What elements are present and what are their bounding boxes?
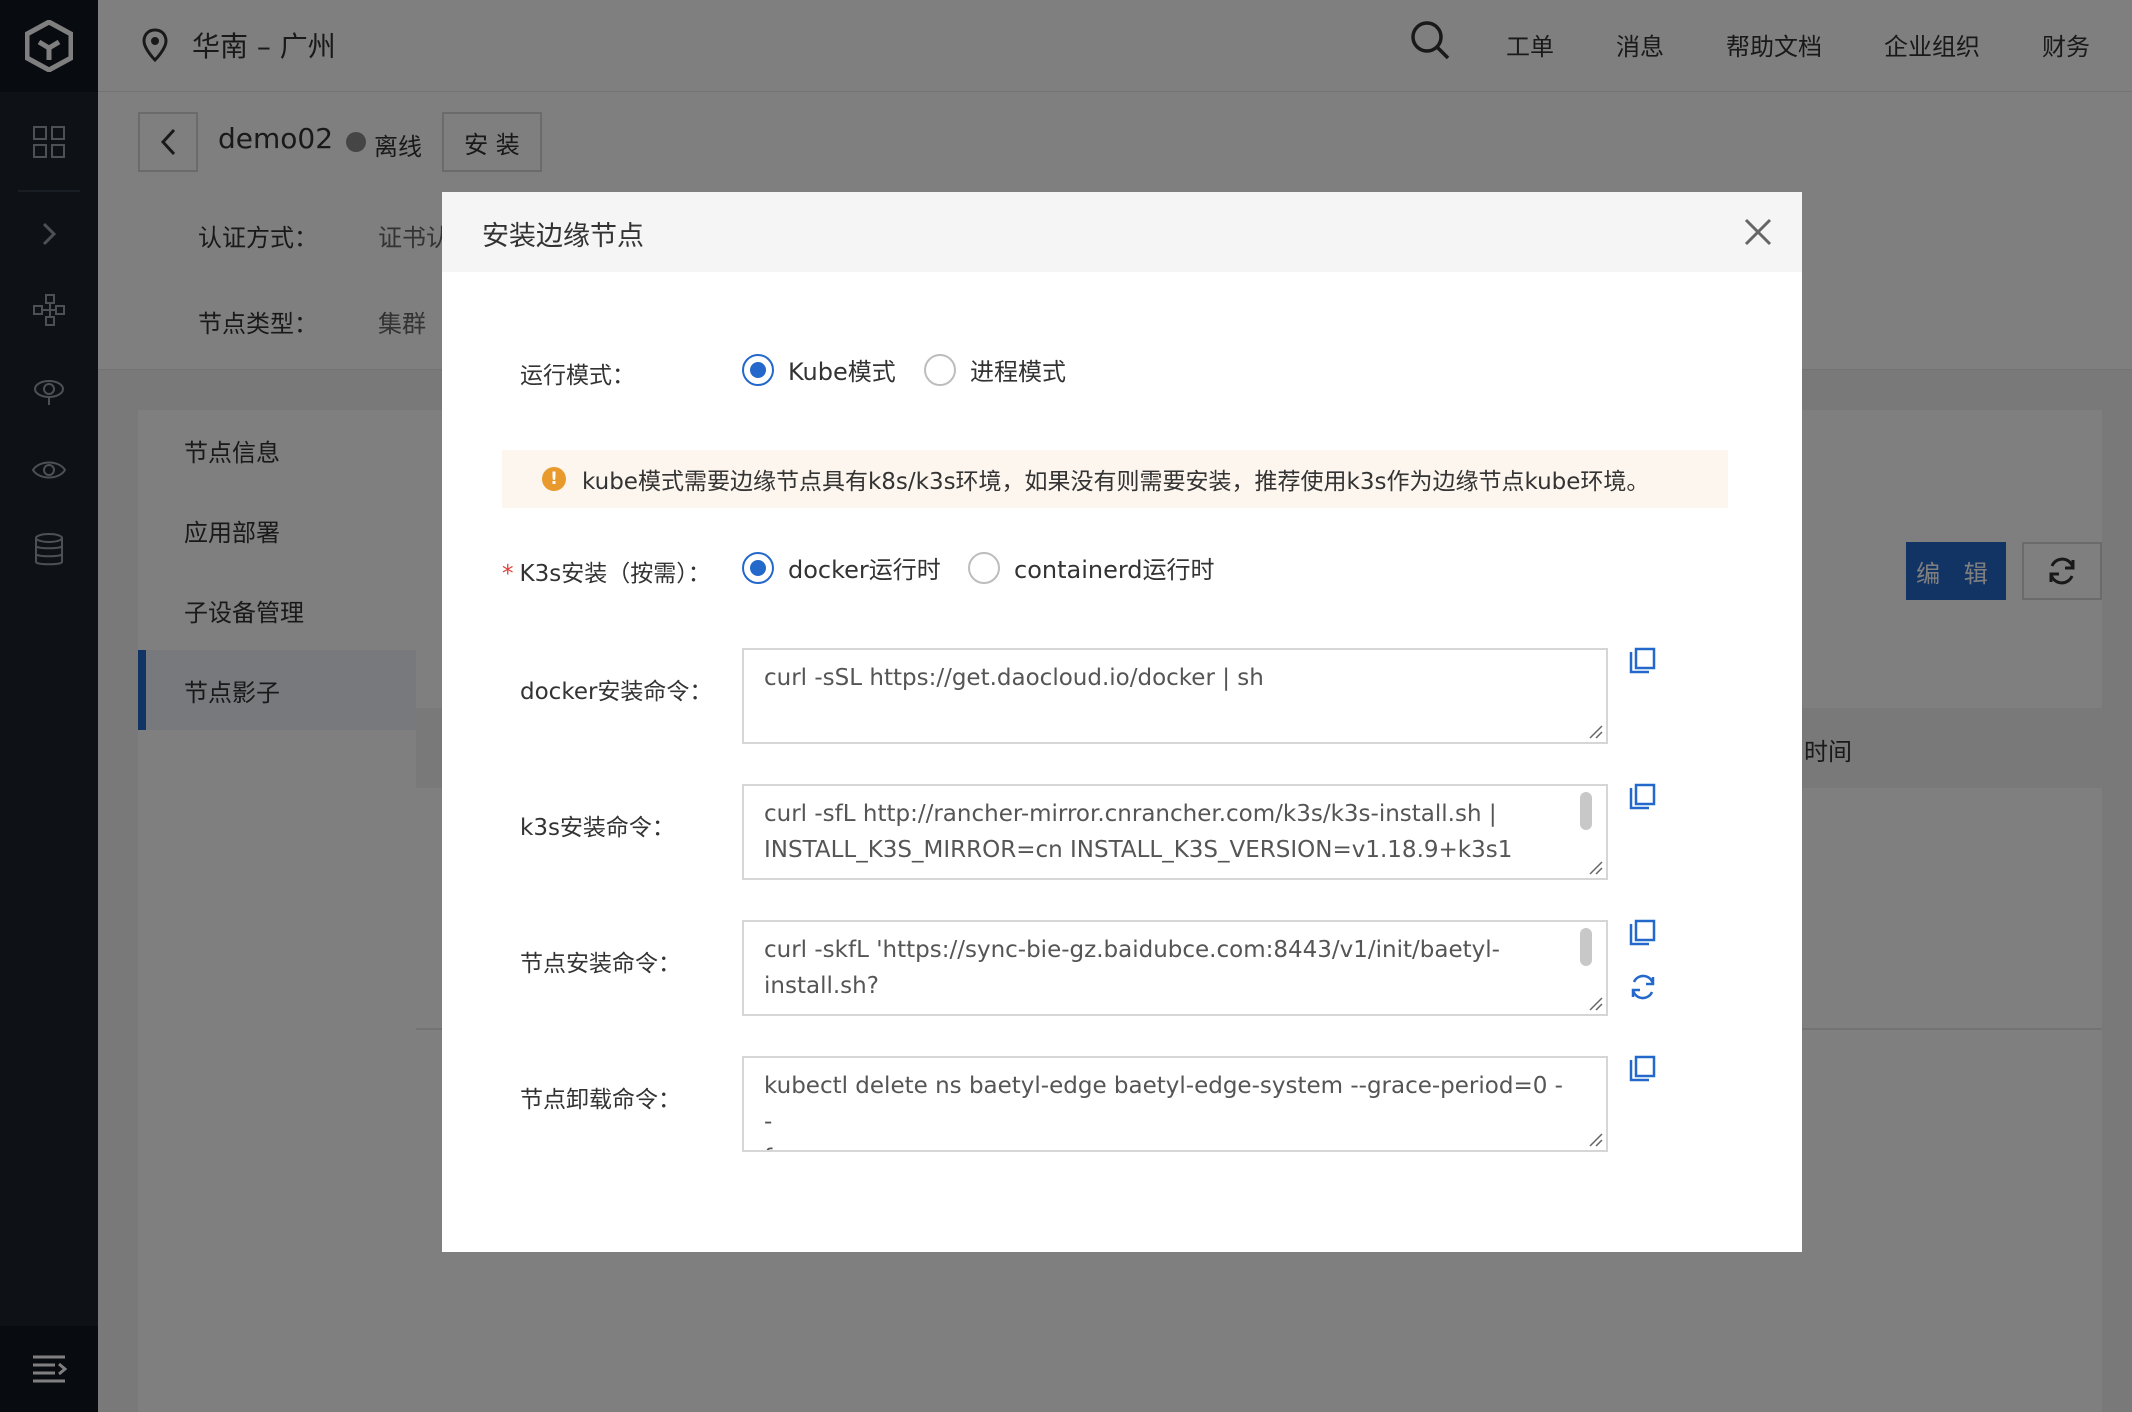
- install-edge-node-dialog: 安装边缘节点 运行模式： Kube模式 进程模式 ! kube模式需要边缘节点具…: [442, 192, 1802, 1252]
- warning-icon: !: [542, 467, 566, 491]
- k3s-install-label: * K3s安装（按需）：: [502, 561, 711, 587]
- copy-icon[interactable]: [1628, 918, 1658, 948]
- scrollbar-thumb[interactable]: [1580, 928, 1592, 966]
- copy-icon[interactable]: [1628, 646, 1658, 676]
- node-uninstall-command-textarea[interactable]: kubectl delete ns baetyl-edge baetyl-edg…: [742, 1056, 1608, 1152]
- scrollbar-thumb[interactable]: [1580, 792, 1592, 830]
- command-text: curl -skfL 'https://sync-bie-gz.baidubce…: [764, 937, 1500, 999]
- command-text: curl -sSL https://get.daocloud.io/docker…: [764, 665, 1264, 691]
- docker-command-textarea[interactable]: curl -sSL https://get.daocloud.io/docker…: [742, 648, 1608, 744]
- node-install-command-label: 节点安装命令：: [520, 951, 681, 977]
- radio-process-mode[interactable]: 进程模式: [924, 352, 1066, 387]
- radio-checked-icon: [742, 551, 774, 584]
- copy-icon[interactable]: [1628, 782, 1658, 812]
- required-mark: *: [502, 561, 514, 587]
- command-text: kubectl delete ns baetyl-edge baetyl-edg…: [764, 1073, 1563, 1150]
- radio-checked-icon: [742, 353, 774, 386]
- radio-kube-mode[interactable]: Kube模式: [742, 352, 896, 387]
- resize-grip-icon[interactable]: [1586, 1130, 1604, 1148]
- run-mode-label: 运行模式：: [520, 363, 635, 389]
- regenerate-icon[interactable]: [1628, 972, 1658, 1002]
- k3s-command-textarea[interactable]: curl -sfL http://rancher-mirror.cnranche…: [742, 784, 1608, 880]
- radio-unchecked-icon: [968, 551, 1000, 584]
- close-icon[interactable]: [1738, 212, 1778, 252]
- copy-icon[interactable]: [1628, 1054, 1658, 1084]
- resize-grip-icon[interactable]: [1586, 858, 1604, 876]
- dialog-header: 安装边缘节点: [442, 192, 1802, 272]
- dialog-title: 安装边缘节点: [482, 221, 644, 252]
- resize-grip-icon[interactable]: [1586, 722, 1604, 740]
- radio-label: containerd运行时: [1014, 556, 1215, 584]
- warning-notice: ! kube模式需要边缘节点具有k8s/k3s环境，如果没有则需要安装，推荐使用…: [502, 450, 1728, 508]
- node-install-command-textarea[interactable]: curl -skfL 'https://sync-bie-gz.baidubce…: [742, 920, 1608, 1016]
- radio-label: 进程模式: [970, 358, 1066, 386]
- radio-containerd-runtime[interactable]: containerd运行时: [968, 550, 1215, 585]
- resize-grip-icon[interactable]: [1586, 994, 1604, 1012]
- k3s-command-label: k3s安装命令：: [520, 815, 675, 841]
- notice-text: kube模式需要边缘节点具有k8s/k3s环境，如果没有则需要安装，推荐使用k3…: [582, 469, 1650, 495]
- radio-unchecked-icon: [924, 353, 956, 386]
- radio-docker-runtime[interactable]: docker运行时: [742, 550, 941, 585]
- node-uninstall-command-label: 节点卸载命令：: [520, 1087, 681, 1113]
- radio-label: Kube模式: [788, 358, 896, 386]
- docker-command-label: docker安装命令：: [520, 679, 713, 705]
- radio-label: docker运行时: [788, 556, 941, 584]
- command-text: curl -sfL http://rancher-mirror.cnranche…: [764, 801, 1513, 863]
